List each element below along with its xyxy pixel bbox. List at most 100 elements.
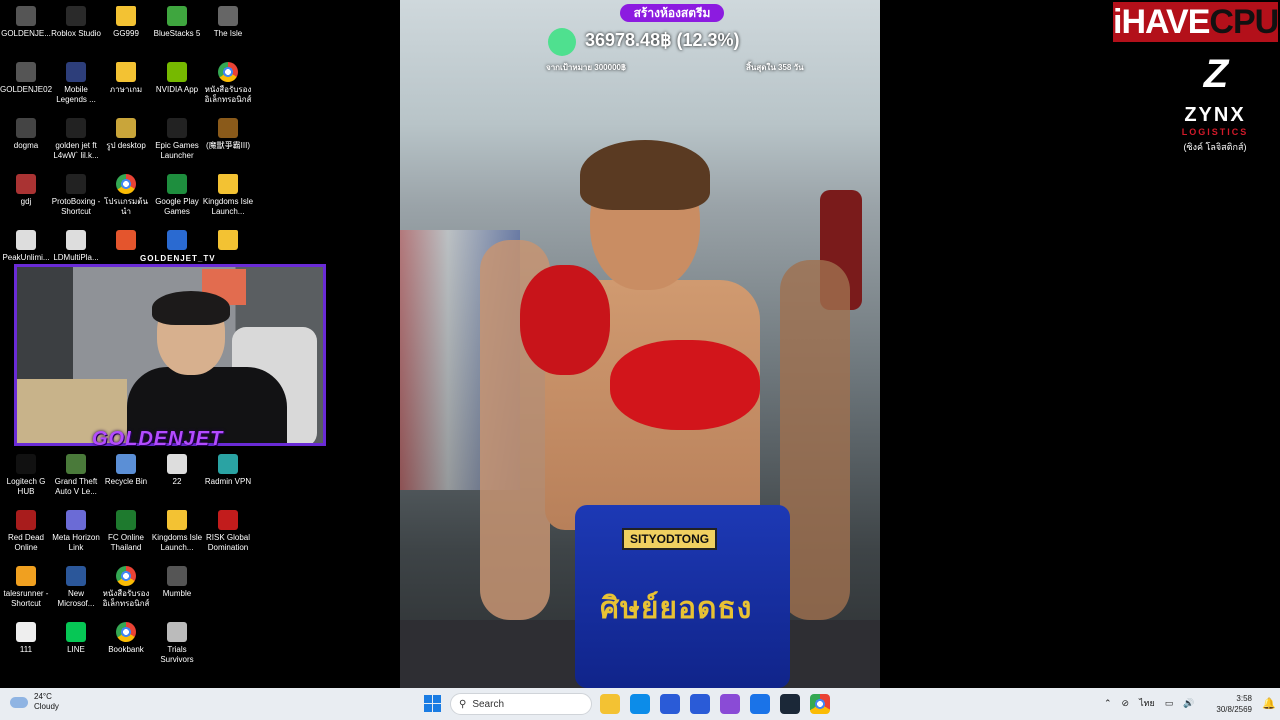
steam-icon[interactable] xyxy=(780,694,800,714)
desktop-icon[interactable]: FC Online Thailand xyxy=(100,510,152,553)
desktop-icon[interactable] xyxy=(151,230,203,253)
desktop-icon[interactable]: Trials Survivors xyxy=(151,622,203,665)
gamepad-icon xyxy=(16,6,36,26)
image-folder-icon xyxy=(116,118,136,138)
desktop-icon[interactable]: Bookbank xyxy=(100,622,152,655)
folder-icon xyxy=(116,6,136,26)
desktop-icon[interactable]: หนังสือรับรอง อิเล็กทรอนิกส์ ... xyxy=(100,566,152,609)
app-icon xyxy=(167,230,187,250)
desktop-icon[interactable]: Mumble xyxy=(151,566,203,599)
desktop-icon[interactable]: รูป desktop xyxy=(100,118,152,151)
desktop-icon[interactable]: Recycle Bin xyxy=(100,454,152,487)
obs-icon xyxy=(66,118,86,138)
system-tray: ⌃ ⊘ ไทย ▭ 🔊 xyxy=(1104,696,1195,710)
word-icon xyxy=(66,566,86,586)
desktop-icon[interactable]: The Isle xyxy=(202,6,254,39)
desktop-icon[interactable]: LINE xyxy=(50,622,102,655)
desktop-icon[interactable]: LDMultiPla... xyxy=(50,230,102,263)
language-indicator[interactable]: ไทย xyxy=(1139,696,1155,710)
desktop-icon-label: Recycle Bin xyxy=(104,477,148,486)
desktop-icon[interactable]: Grand Theft Auto V Le... xyxy=(50,454,102,497)
desktop-icon[interactable]: Epic Games Launcher xyxy=(151,118,203,161)
desktop-icon[interactable]: gdj xyxy=(0,174,52,207)
desktop-icon[interactable]: Logitech G HUB xyxy=(0,454,52,497)
desktop-icon[interactable]: Google Play Games xyxy=(151,174,203,217)
taskbar: 24°C Cloudy ⚲ Search ⌃ ⊘ ไทย ▭ 🔊 3:58 30… xyxy=(0,688,1280,720)
desktop-icon[interactable]: ProtoBoxing - Shortcut xyxy=(50,174,102,217)
desktop-icon[interactable]: New Microsof... xyxy=(50,566,102,609)
desktop-icon[interactable]: Meta Horizon Link xyxy=(50,510,102,553)
desktop-icon[interactable]: Red Dead Online xyxy=(0,510,52,553)
desktop-icon-label: Logitech G HUB xyxy=(6,477,46,496)
desktop-icon[interactable]: Roblox Studio xyxy=(50,6,102,39)
gamepad-icon xyxy=(16,62,36,82)
desktop-icon[interactable]: NVIDIA App xyxy=(151,62,203,95)
desktop-icon[interactable]: golden jet ft L4wW` lil.k... xyxy=(50,118,102,161)
network-off-icon[interactable]: ⊘ xyxy=(1122,698,1130,709)
chrome-icon[interactable] xyxy=(810,694,830,714)
background-boxer-right xyxy=(780,260,850,620)
desktop-icon[interactable]: (魔獸爭霸III) xyxy=(202,118,254,151)
nvidia-icon xyxy=(167,62,187,82)
file-icon xyxy=(16,622,36,642)
zynx-logo: ZYNX xyxy=(1184,104,1246,126)
store-icon[interactable] xyxy=(690,694,710,714)
search-placeholder: Search xyxy=(472,698,505,710)
desktop-icon[interactable]: ภาษาเกม xyxy=(100,62,152,95)
chrome-icon xyxy=(116,622,136,642)
epic-icon xyxy=(167,118,187,138)
desktop-icon[interactable]: Kingdoms Isle Launch... xyxy=(151,510,203,553)
desktop-icon[interactable]: Radmin VPN xyxy=(202,454,254,487)
bluestacks-icon xyxy=(167,6,187,26)
desktop-icon[interactable]: GOLDENJE02 xyxy=(0,62,52,95)
ihavecpu-logo: iHAVECPU xyxy=(1113,2,1279,42)
media-icon[interactable] xyxy=(660,694,680,714)
fc-online-icon xyxy=(116,510,136,530)
search-icon: ⚲ xyxy=(459,698,467,710)
desktop-icon-label: BlueStacks 5 xyxy=(153,29,201,38)
wallpaper-photo: SITYODTONG ศิษย์ยอดธง xyxy=(400,0,880,688)
desktop-icon[interactable]: talesrunner - Shortcut xyxy=(0,566,52,609)
webcam-name-logo: GOLDENJET xyxy=(92,428,224,450)
copilot-icon[interactable] xyxy=(720,694,740,714)
weather-widget[interactable]: 24°C Cloudy xyxy=(10,692,59,712)
desktop-icon[interactable]: Kingdoms Isle Launch... xyxy=(202,174,254,217)
file-explorer-icon[interactable] xyxy=(600,694,620,714)
desktop-icon[interactable]: dogma xyxy=(0,118,52,151)
donation-progress-dot xyxy=(548,28,576,56)
desktop-icon-label: LDMultiPla... xyxy=(53,253,99,262)
notification-bell-icon[interactable]: 🔔 xyxy=(1262,697,1276,710)
desktop-icon[interactable]: หนังสือรับรอง อิเล็กทรอนิกส์ xyxy=(202,62,254,105)
desktop-icon[interactable]: PeakUnlimi... xyxy=(0,230,52,263)
desktop-icon[interactable]: 111 xyxy=(0,622,52,655)
donation-target: จากเป้าหมาย 300000฿ xyxy=(546,63,626,72)
desktop-icon[interactable]: Mobile Legends ... xyxy=(50,62,102,105)
desktop-icon-label: โปรแกรมต้นนำ xyxy=(104,197,148,216)
clock[interactable]: 3:58 30/8/2569 xyxy=(1214,693,1252,715)
gdj-icon xyxy=(16,174,36,194)
desktop-icon[interactable]: GOLDENJE... xyxy=(0,6,52,39)
chevron-up-icon[interactable]: ⌃ xyxy=(1104,698,1112,709)
desktop-icon-label: FC Online Thailand xyxy=(107,533,144,552)
mail-icon[interactable] xyxy=(750,694,770,714)
desktop-icon[interactable] xyxy=(202,230,254,253)
clock-date: 30/8/2569 xyxy=(1216,705,1252,714)
desktop-icon-label: Meta Horizon Link xyxy=(52,533,100,552)
display-icon[interactable]: ▭ xyxy=(1165,698,1174,709)
speaker-icon[interactable]: 🔊 xyxy=(1183,698,1194,709)
desktop-icon[interactable] xyxy=(100,230,152,253)
desktop-icon[interactable]: BlueStacks 5 xyxy=(151,6,203,39)
chrome-icon xyxy=(116,174,136,194)
mumble-icon xyxy=(167,566,187,586)
desktop-icon[interactable]: โปรแกรมต้นนำ xyxy=(100,174,152,217)
start-button[interactable] xyxy=(424,695,441,712)
taskbar-search[interactable]: ⚲ Search xyxy=(450,693,592,715)
desktop-icon[interactable]: 22 xyxy=(151,454,203,487)
desktop-icon-label: Roblox Studio xyxy=(51,29,101,38)
desktop-icon[interactable]: RISK Global Domination xyxy=(202,510,254,553)
red-glove-left xyxy=(520,265,610,375)
rdr-icon xyxy=(16,510,36,530)
desktop-icon-label: Kingdoms Isle Launch... xyxy=(202,197,254,216)
desktop-icon[interactable]: GG999 xyxy=(100,6,152,39)
edge-icon[interactable] xyxy=(630,694,650,714)
